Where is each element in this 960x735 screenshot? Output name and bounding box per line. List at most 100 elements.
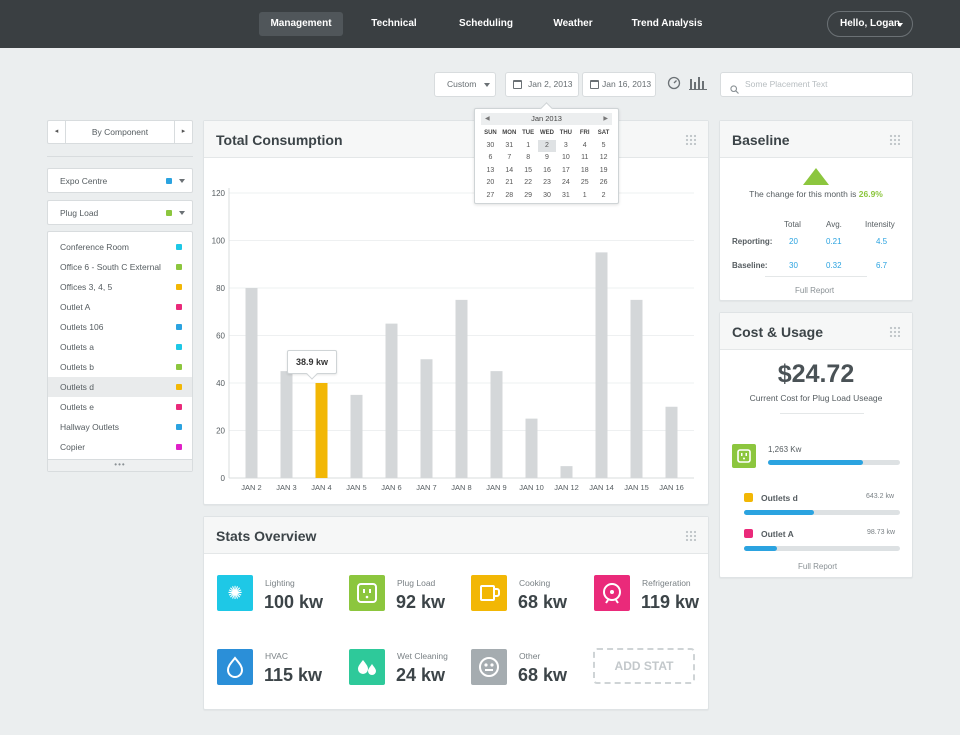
x-tick-label: JAN 8 [451, 483, 471, 492]
day-cell[interactable]: 30 [538, 190, 557, 203]
day-cell[interactable]: 31 [500, 140, 519, 153]
add-stat-button[interactable]: ADD STAT [593, 648, 695, 684]
end-date-field[interactable]: Jan 16, 2013 [582, 72, 656, 97]
day-cell[interactable]: 18 [575, 165, 594, 178]
day-cell[interactable]: 31 [556, 190, 575, 203]
day-cell[interactable]: 28 [500, 190, 519, 203]
list-item[interactable]: Copier [48, 437, 192, 457]
day-cell[interactable]: 7 [500, 152, 519, 165]
next-month-icon[interactable]: ▶ [603, 113, 608, 125]
component-list: Conference Room Office 6 - South C Exter… [47, 231, 193, 472]
prev-arrow-icon[interactable]: ◂ [48, 121, 66, 143]
chart-bar [525, 418, 538, 478]
category-select[interactable]: Plug Load [47, 200, 193, 225]
chart-bar [420, 359, 433, 478]
top-nav: Management Technical Scheduling Weather … [0, 0, 960, 48]
day-cell[interactable]: 30 [481, 140, 500, 153]
list-item[interactable]: Outlet A [48, 297, 192, 317]
prev-month-icon[interactable]: ◀ [485, 113, 490, 125]
day-cell[interactable]: 12 [594, 152, 613, 165]
day-cell[interactable]: 20 [481, 177, 500, 190]
day-cell[interactable]: 14 [500, 165, 519, 178]
chart-bar [455, 299, 468, 478]
stat-label: Lighting [265, 578, 295, 588]
chart-bar [595, 252, 608, 478]
usage-item-label: Outlet A [761, 529, 794, 539]
day-cell[interactable]: 25 [575, 177, 594, 190]
usage-bar [768, 460, 900, 465]
day-cell[interactable]: 6 [481, 152, 500, 165]
weekday-label: WED [540, 130, 554, 136]
list-item[interactable]: Outlets 106 [48, 317, 192, 337]
list-item[interactable]: Outlets e [48, 397, 192, 417]
list-resize-handle[interactable]: ••• [48, 459, 192, 471]
day-cell[interactable]: 16 [538, 165, 557, 178]
drag-handle-icon[interactable] [685, 530, 696, 541]
day-cell[interactable]: 26 [594, 177, 613, 190]
drag-handle-icon[interactable] [889, 326, 900, 337]
tab-weather[interactable]: Weather [540, 12, 606, 36]
tab-scheduling[interactable]: Scheduling [448, 12, 524, 36]
day-cell[interactable]: 15 [519, 165, 538, 178]
list-item[interactable]: Offices 3, 4, 5 [48, 277, 192, 297]
day-cell[interactable]: 23 [538, 177, 557, 190]
day-cell[interactable]: 11 [575, 152, 594, 165]
stat-label: Cooking [519, 578, 551, 588]
list-item[interactable]: Hallway Outlets [48, 417, 192, 437]
location-select[interactable]: Expo Centre [47, 168, 193, 193]
tab-trend-analysis[interactable]: Trend Analysis [624, 12, 710, 36]
datepicker-popup: ◀ Jan 2013 ▶ SUN MON TUE WED THU FRI SAT 30 31 1 2… [474, 108, 619, 204]
day-cell[interactable]: 2 [537, 139, 557, 152]
card-header: Stats Overview [204, 517, 708, 554]
drag-handle-icon[interactable] [685, 134, 696, 145]
day-cell[interactable]: 1 [519, 140, 538, 153]
drag-handle-icon[interactable] [889, 134, 900, 145]
day-cell[interactable]: 27 [481, 190, 500, 203]
bar-tooltip: 38.9 kw [287, 350, 337, 374]
start-date-field[interactable]: Jan 2, 2013 [505, 72, 579, 97]
chart-bar [245, 288, 258, 478]
location-select-value: Expo Centre [60, 176, 108, 186]
day-cell[interactable]: 10 [556, 152, 575, 165]
day-cell[interactable]: 9 [538, 152, 557, 165]
stats-title: Stats Overview [216, 528, 317, 544]
day-cell[interactable]: 17 [556, 165, 575, 178]
user-greeting: Hello, Logan [840, 18, 900, 29]
day-cell[interactable]: 21 [500, 177, 519, 190]
day-cell[interactable]: 13 [481, 165, 500, 178]
day-cell[interactable]: 4 [575, 140, 594, 153]
list-item[interactable]: Outlets d [48, 377, 192, 397]
bar-chart-icon[interactable] [689, 76, 708, 94]
list-item[interactable]: Outlets a [48, 337, 192, 357]
consumption-title: Total Consumption [216, 132, 343, 148]
usage-item-value: 643.2 kw [866, 493, 895, 500]
x-tick-label: JAN 3 [276, 483, 296, 492]
user-menu[interactable]: Hello, Logan [827, 11, 913, 37]
gauge-icon[interactable] [667, 76, 681, 94]
list-item[interactable]: Conference Room [48, 237, 192, 257]
search-field[interactable]: Some Placement Text [720, 72, 913, 97]
next-arrow-icon[interactable]: ▸ [174, 121, 192, 143]
day-cell[interactable]: 1 [575, 190, 594, 203]
range-select[interactable]: Custom [434, 72, 496, 97]
tab-management[interactable]: Management [259, 12, 343, 36]
day-cell[interactable]: 22 [519, 177, 538, 190]
change-value: 26.9% [858, 189, 883, 199]
full-report-link[interactable]: Full Report [795, 286, 834, 295]
list-item[interactable]: Outlets b [48, 357, 192, 377]
chart-bar [350, 394, 363, 478]
day-cell[interactable]: 5 [594, 140, 613, 153]
list-item[interactable]: Office 6 - South C External [48, 257, 192, 277]
baseline-avg: 0.32 [826, 261, 842, 270]
full-report-link[interactable]: Full Report [798, 562, 837, 571]
color-dot [176, 384, 182, 390]
day-cell[interactable]: 8 [519, 152, 538, 165]
day-cell[interactable]: 29 [519, 190, 538, 203]
day-cell[interactable]: 24 [556, 177, 575, 190]
tab-technical[interactable]: Technical [360, 12, 428, 36]
search-icon [730, 80, 739, 103]
day-cell[interactable]: 19 [594, 165, 613, 178]
usage-item-value: 98.73 kw [867, 529, 896, 536]
day-cell[interactable]: 3 [556, 140, 575, 153]
day-cell[interactable]: 2 [594, 190, 613, 203]
